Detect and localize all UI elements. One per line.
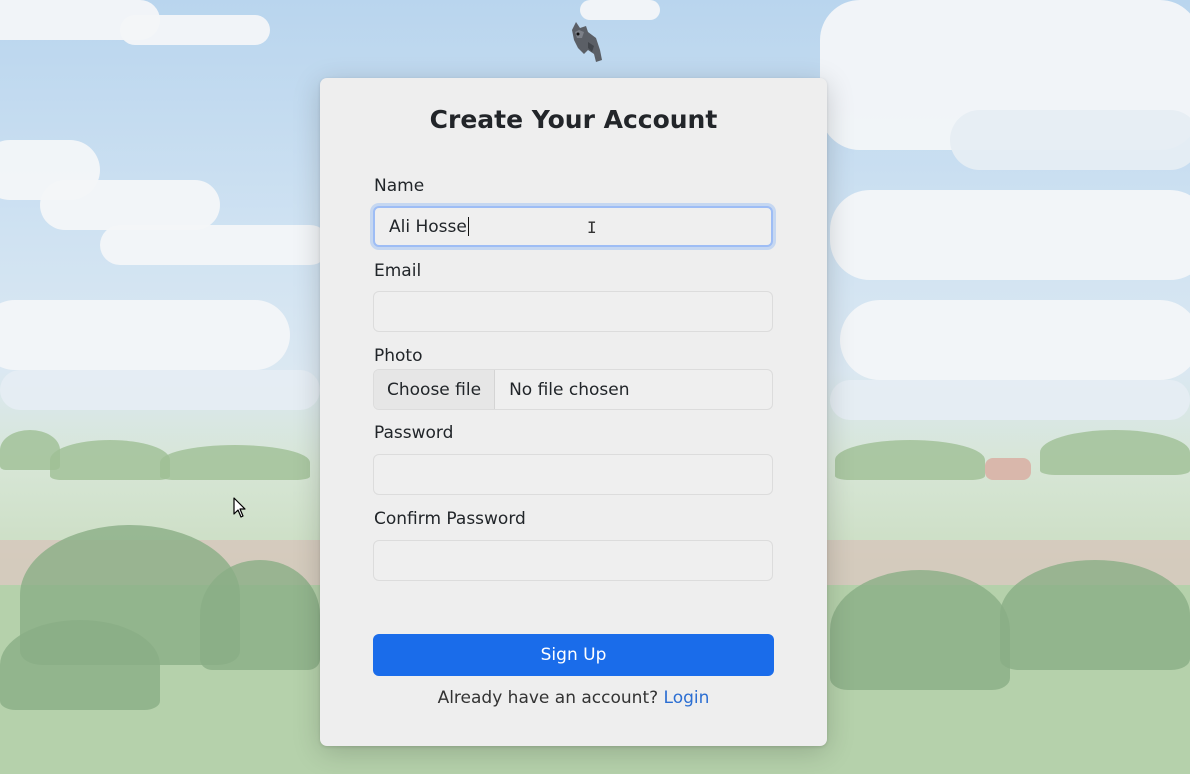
rooftop	[985, 458, 1031, 480]
email-field[interactable]	[373, 291, 773, 332]
name-input[interactable]: Ali Hosse I	[373, 206, 773, 247]
photo-file-input[interactable]: Choose file No file chosen	[373, 369, 773, 410]
photo-label: Photo	[374, 346, 423, 366]
cloud	[830, 190, 1190, 280]
login-prompt: Already have an account? Login	[320, 688, 827, 708]
cloud	[950, 110, 1190, 170]
file-status: No file chosen	[509, 379, 630, 400]
bush	[200, 560, 320, 670]
email-label: Email	[374, 261, 422, 281]
login-prompt-text: Already have an account?	[437, 688, 659, 708]
background-scene: Create Your Account Name Ali Hosse I Ema…	[0, 0, 1190, 774]
cloud	[120, 15, 270, 45]
name-input-value: Ali Hosse	[389, 216, 467, 237]
cloud	[0, 300, 290, 370]
confirm-password-label: Confirm Password	[374, 509, 526, 529]
signup-card: Create Your Account Name Ali Hosse I Ema…	[320, 78, 827, 746]
text-caret	[467, 217, 469, 236]
cat-mascot-icon	[572, 22, 602, 62]
bush	[830, 570, 1010, 690]
bush	[0, 620, 160, 710]
password-field[interactable]	[373, 454, 773, 495]
text-cursor-icon: I	[587, 218, 597, 237]
cloud	[0, 370, 320, 410]
name-label: Name	[374, 176, 425, 196]
cloud	[580, 0, 660, 20]
bush	[50, 440, 170, 480]
mouse-pointer-icon	[233, 497, 246, 518]
cloud	[830, 380, 1190, 420]
login-link[interactable]: Login	[664, 688, 710, 708]
bush	[835, 440, 985, 480]
cloud	[40, 180, 220, 230]
sign-up-button[interactable]: Sign Up	[373, 634, 774, 676]
cloud	[840, 300, 1190, 380]
choose-file-button[interactable]: Choose file	[374, 370, 496, 409]
bush	[160, 445, 310, 480]
cloud	[100, 225, 330, 265]
bush	[1000, 560, 1190, 670]
password-label: Password	[374, 423, 454, 443]
bush	[1040, 430, 1190, 475]
page-title: Create Your Account	[429, 105, 718, 134]
confirm-password-field[interactable]	[373, 540, 773, 581]
